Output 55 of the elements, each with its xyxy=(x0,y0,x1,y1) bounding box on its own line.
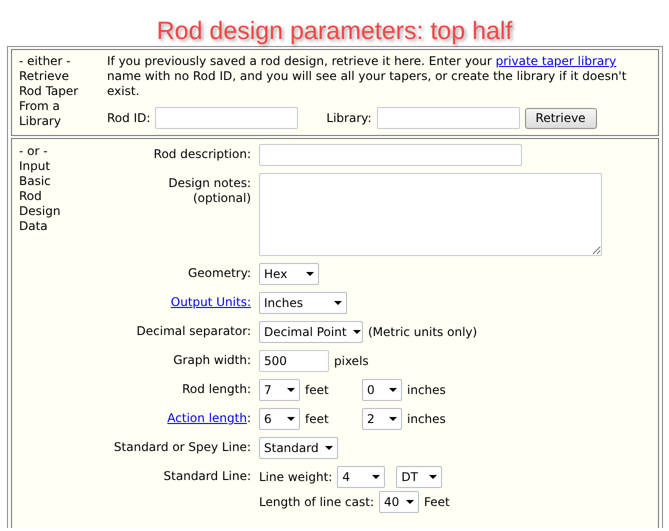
notes-field[interactable] xyxy=(259,173,602,256)
caret-icon xyxy=(389,388,397,392)
page-title: Rod design parameters: top half xyxy=(156,16,514,46)
field-label: Graph width: xyxy=(172,352,251,368)
field-label: Decimal separator: xyxy=(136,323,251,339)
dropdown[interactable]: 6 xyxy=(259,408,300,430)
unit-text: feet xyxy=(305,383,330,397)
field-label: Rod length: xyxy=(181,381,251,397)
caret-icon xyxy=(389,417,397,421)
unit-text: inches xyxy=(407,383,446,397)
dropdown[interactable]: 0 xyxy=(362,379,402,401)
label-colon: : xyxy=(246,411,251,425)
caret-icon xyxy=(406,500,414,504)
field-label: Library: xyxy=(326,111,372,125)
text-field[interactable]: 500 xyxy=(259,350,329,372)
unit-text: (Metric units only) xyxy=(368,325,478,339)
dropdown[interactable]: 40 xyxy=(379,491,420,513)
dropdown[interactable]: Decimal Point xyxy=(259,321,363,343)
library-field[interactable] xyxy=(376,107,520,129)
intro-text: If you previously saved a rod design, retrieve it here. Enter your private taper library name with no Rod ID, and you will see all your tapers, or create the library if it doesn't exist. xyxy=(107,54,628,99)
caret-icon xyxy=(372,475,380,479)
text-field[interactable] xyxy=(259,144,522,166)
retrieve-button[interactable]: Retrieve xyxy=(524,108,597,128)
field-label: Standard or Spey Line: xyxy=(112,439,251,455)
unit-text: Feet xyxy=(424,495,450,509)
field-label: Geometry: xyxy=(186,265,251,281)
caret-icon xyxy=(287,417,295,421)
caret-icon xyxy=(306,272,314,276)
caret-icon xyxy=(325,446,333,450)
dropdown[interactable]: Hex xyxy=(259,263,319,285)
caret-icon xyxy=(287,388,295,392)
unit-text: feet xyxy=(305,412,330,426)
unit-text: Line weight: xyxy=(259,470,332,484)
unit-text: pixels xyxy=(334,354,369,368)
field-label: Rod description: xyxy=(152,146,251,162)
dropdown[interactable]: 7 xyxy=(259,379,300,401)
dropdown[interactable]: Standard xyxy=(259,437,338,459)
field-label: Rod ID: xyxy=(107,111,150,125)
dropdown[interactable]: Inches xyxy=(259,292,347,314)
dropdown[interactable]: 2 xyxy=(362,408,402,430)
dropdown[interactable]: DT xyxy=(396,466,442,488)
section-label: - or - Input Basic Rod Design Data xyxy=(19,144,62,235)
label-link[interactable]: Output Units: xyxy=(170,295,251,309)
rod-id-field[interactable] xyxy=(155,107,298,129)
field-label: Standard Line: xyxy=(162,468,251,484)
dropdown[interactable]: 4 xyxy=(337,466,386,488)
library-link[interactable]: private taper library xyxy=(496,54,616,68)
caret-icon xyxy=(429,475,438,479)
unit-text: Length of line cast: xyxy=(259,495,374,509)
caret-icon xyxy=(352,330,361,334)
caret-icon xyxy=(334,301,342,305)
label-link[interactable]: Action length xyxy=(167,411,247,425)
section-label: - either - Retrieve Rod Taper From a Library xyxy=(19,54,80,129)
field-label: Design notes: (optional) xyxy=(167,175,251,206)
unit-text: inches xyxy=(407,412,446,426)
